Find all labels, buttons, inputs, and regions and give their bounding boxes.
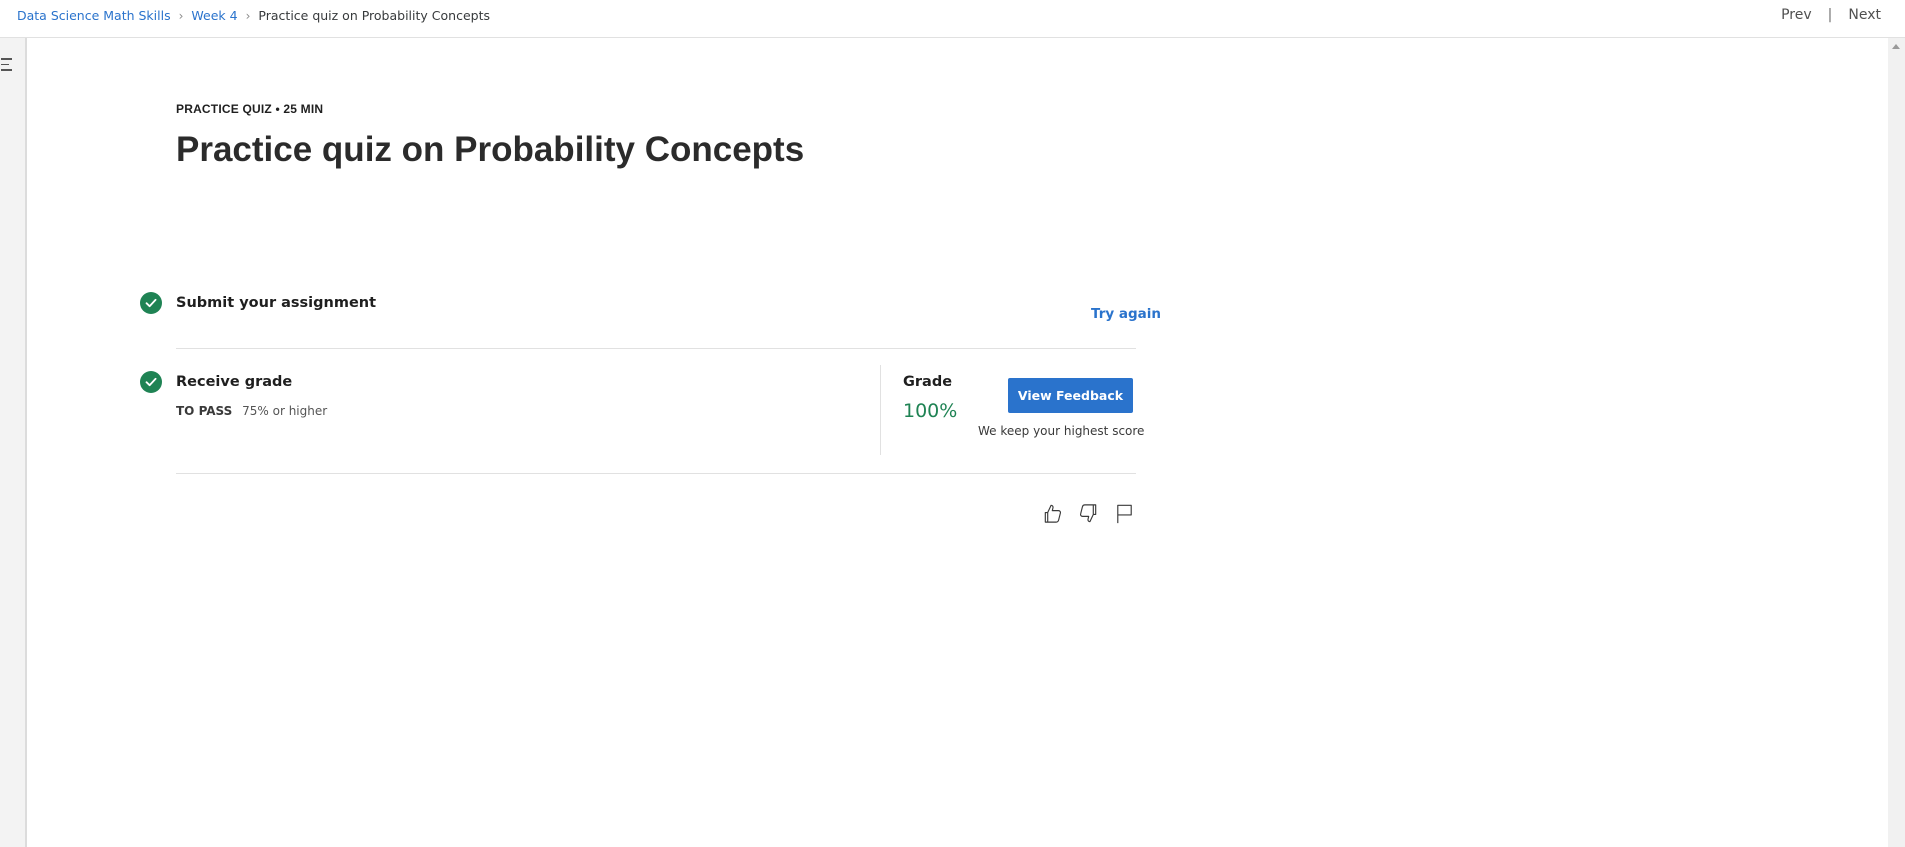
page-title: Practice quiz on Probability Concepts — [176, 130, 805, 169]
grade-value: 100% — [903, 400, 958, 422]
pass-value: 75% or higher — [242, 404, 328, 418]
chevron-right-icon: › — [178, 8, 184, 23]
check-circle-icon — [140, 292, 162, 314]
breadcrumb-course-link[interactable]: Data Science Math Skills — [17, 8, 171, 23]
top-bar: Data Science Math Skills › Week 4 › Prac… — [0, 0, 1905, 38]
highest-score-note: We keep your highest score — [978, 424, 1145, 438]
left-rail — [0, 38, 27, 847]
next-link[interactable]: Next — [1848, 7, 1881, 23]
section-divider — [176, 348, 1136, 349]
scrollbar[interactable] — [1888, 38, 1905, 847]
breadcrumb-week-link[interactable]: Week 4 — [191, 8, 237, 23]
item-meta: PRACTICE QUIZ • 25 MIN — [176, 102, 324, 116]
grade-step-title: Receive grade — [176, 374, 293, 390]
feedback-actions — [1041, 502, 1136, 525]
try-again-link[interactable]: Try again — [1091, 306, 1161, 322]
receive-grade-step: Receive grade TO PASS 75% or higher — [140, 371, 1136, 467]
thumbs-down-icon[interactable] — [1077, 502, 1100, 525]
thumbs-up-icon[interactable] — [1041, 502, 1064, 525]
pass-label: TO PASS — [176, 404, 233, 418]
nav-divider: | — [1827, 7, 1833, 23]
main-content: PRACTICE QUIZ • 25 MIN Practice quiz on … — [28, 38, 1888, 847]
grade-divider — [880, 365, 881, 455]
prev-link[interactable]: Prev — [1781, 7, 1812, 23]
scroll-up-arrow-icon[interactable] — [1892, 44, 1900, 49]
flag-icon[interactable] — [1113, 502, 1136, 525]
chevron-right-icon: › — [245, 8, 251, 23]
breadcrumb: Data Science Math Skills › Week 4 › Prac… — [17, 8, 490, 23]
section-divider — [176, 473, 1136, 474]
item-navigation: Prev | Next — [1781, 7, 1881, 23]
grade-label: Grade — [903, 374, 953, 390]
check-circle-icon — [140, 371, 162, 393]
view-feedback-button[interactable]: View Feedback — [1008, 378, 1133, 413]
menu-icon[interactable] — [1, 58, 13, 74]
breadcrumb-current: Practice quiz on Probability Concepts — [258, 8, 490, 23]
submit-step-title: Submit your assignment — [176, 295, 377, 311]
pass-requirement: TO PASS 75% or higher — [176, 404, 327, 418]
